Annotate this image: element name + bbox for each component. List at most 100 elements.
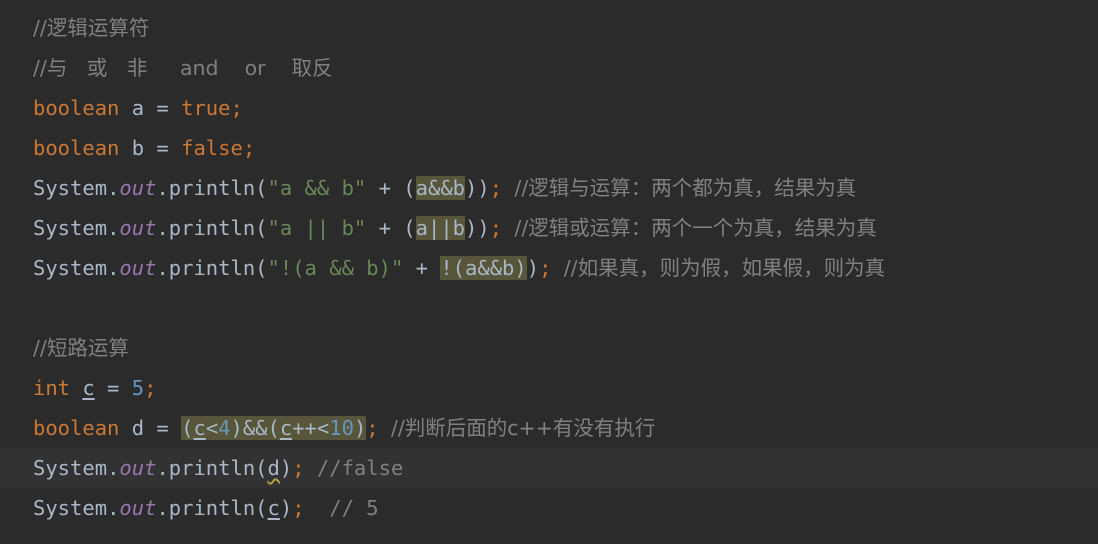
code-token: ; xyxy=(366,416,379,440)
code-line[interactable]: System.out.println(c); // 5 xyxy=(0,488,1098,528)
code-token: ; xyxy=(292,496,305,520)
code-token: .println( xyxy=(156,256,268,280)
code-line[interactable]: System.out.println("!(a && b)" + !(a&&b)… xyxy=(0,248,1098,288)
code-token: ; xyxy=(489,216,503,240)
code-token: = xyxy=(144,96,182,120)
code-token: c xyxy=(193,416,206,440)
code-token: //逻辑与运算：两个都为真，结果为真 xyxy=(514,176,857,200)
code-token: ; xyxy=(230,96,243,120)
code-token: "a && b" xyxy=(267,176,367,200)
code-token: out xyxy=(119,216,157,240)
code-token: "a || b" xyxy=(267,216,367,240)
code-token: a&&b xyxy=(415,176,466,200)
code-line[interactable] xyxy=(0,288,1098,328)
code-token: out xyxy=(119,256,157,280)
code-token: ; xyxy=(489,176,503,200)
code-token: .println( xyxy=(156,456,268,480)
code-token: . xyxy=(107,256,120,280)
code-token: = xyxy=(144,136,182,160)
code-token: 4 xyxy=(218,416,231,440)
code-token: //逻辑或运算：两个一个为真，结果为真 xyxy=(514,216,877,240)
code-token: . xyxy=(107,496,120,520)
code-token: System xyxy=(33,176,108,200)
code-token: ; xyxy=(539,256,552,280)
code-token: .println( xyxy=(156,176,268,200)
code-token: + xyxy=(403,256,441,280)
code-token: ) xyxy=(526,256,540,280)
code-token: )) xyxy=(465,176,490,200)
code-token: c xyxy=(279,416,293,440)
code-token: c xyxy=(82,376,95,400)
code-token: boolean xyxy=(33,96,120,120)
code-line[interactable]: System.out.println("a && b" + (a&&b)); /… xyxy=(0,168,1098,208)
code-token: boolean xyxy=(33,136,120,160)
code-token: d xyxy=(267,456,280,480)
code-token: = xyxy=(144,416,182,440)
code-line[interactable]: boolean b = false; xyxy=(0,128,1098,168)
code-token: out xyxy=(119,176,157,200)
code-token: . xyxy=(107,456,120,480)
code-token: .println( xyxy=(156,216,268,240)
code-token: )) xyxy=(465,216,490,240)
code-token: ) xyxy=(279,496,293,520)
code-token: "!(a && b)" xyxy=(267,256,404,280)
code-token: out xyxy=(119,496,157,520)
code-token: System xyxy=(33,456,108,480)
code-line[interactable]: //逻辑运算符 xyxy=(0,8,1098,48)
code-token: b xyxy=(131,136,145,160)
code-token: //判断后面的c++有没有执行 xyxy=(390,416,656,440)
code-token: a||b xyxy=(415,216,466,240)
code-line[interactable]: boolean d = (c<4)&&(c++<10); //判断后面的c++有… xyxy=(0,408,1098,448)
code-token: ) xyxy=(353,416,367,440)
code-token: ; xyxy=(292,456,305,480)
code-token: !(a&&b) xyxy=(440,256,527,280)
code-line[interactable]: //与 或 非 and or 取反 xyxy=(0,48,1098,88)
code-token: //与 或 非 and or 取反 xyxy=(33,56,333,80)
code-line[interactable]: //短路运算 xyxy=(0,328,1098,368)
code-token: System xyxy=(33,496,108,520)
code-token: . xyxy=(107,216,120,240)
code-token: boolean xyxy=(33,416,120,440)
code-editor[interactable]: System.out.println(a+b); //逻辑运算符//与 或 非 … xyxy=(0,0,1098,544)
code-line[interactable]: boolean a = true; xyxy=(0,88,1098,128)
code-token: System xyxy=(33,256,108,280)
code-token: System xyxy=(33,216,108,240)
code-token: int xyxy=(33,376,71,400)
code-token: ++< xyxy=(292,416,330,440)
code-token: < xyxy=(205,416,219,440)
code-line[interactable]: System.out.println("a || b" + (a||b)); /… xyxy=(0,208,1098,248)
code-token: d xyxy=(131,416,145,440)
code-token: // 5 xyxy=(329,496,379,520)
code-token: a xyxy=(131,96,145,120)
code-token: //如果真，则为假，如果假，则为真 xyxy=(563,256,886,280)
code-token: + ( xyxy=(366,216,416,240)
code-token: ( xyxy=(181,416,194,440)
code-token: 10 xyxy=(329,416,354,440)
code-token: out xyxy=(119,456,157,480)
code-token: c xyxy=(267,496,280,520)
code-token: //短路运算 xyxy=(33,336,129,360)
code-line[interactable]: System.out.println(d); //false xyxy=(0,448,1098,488)
code-token: ) xyxy=(279,456,293,480)
clipped-code-line-above: System.out.println(a+b); xyxy=(0,0,1098,8)
code-token: //逻辑运算符 xyxy=(33,16,150,40)
code-token: //false xyxy=(316,456,404,480)
code-token: ; xyxy=(144,376,157,400)
code-token: )&&( xyxy=(230,416,280,440)
code-line[interactable]: int c = 5; xyxy=(0,368,1098,408)
code-token: 5 xyxy=(131,376,145,400)
code-token: true xyxy=(181,96,231,120)
code-token: ; xyxy=(242,136,256,160)
code-token: . xyxy=(107,176,120,200)
code-token: + ( xyxy=(366,176,416,200)
